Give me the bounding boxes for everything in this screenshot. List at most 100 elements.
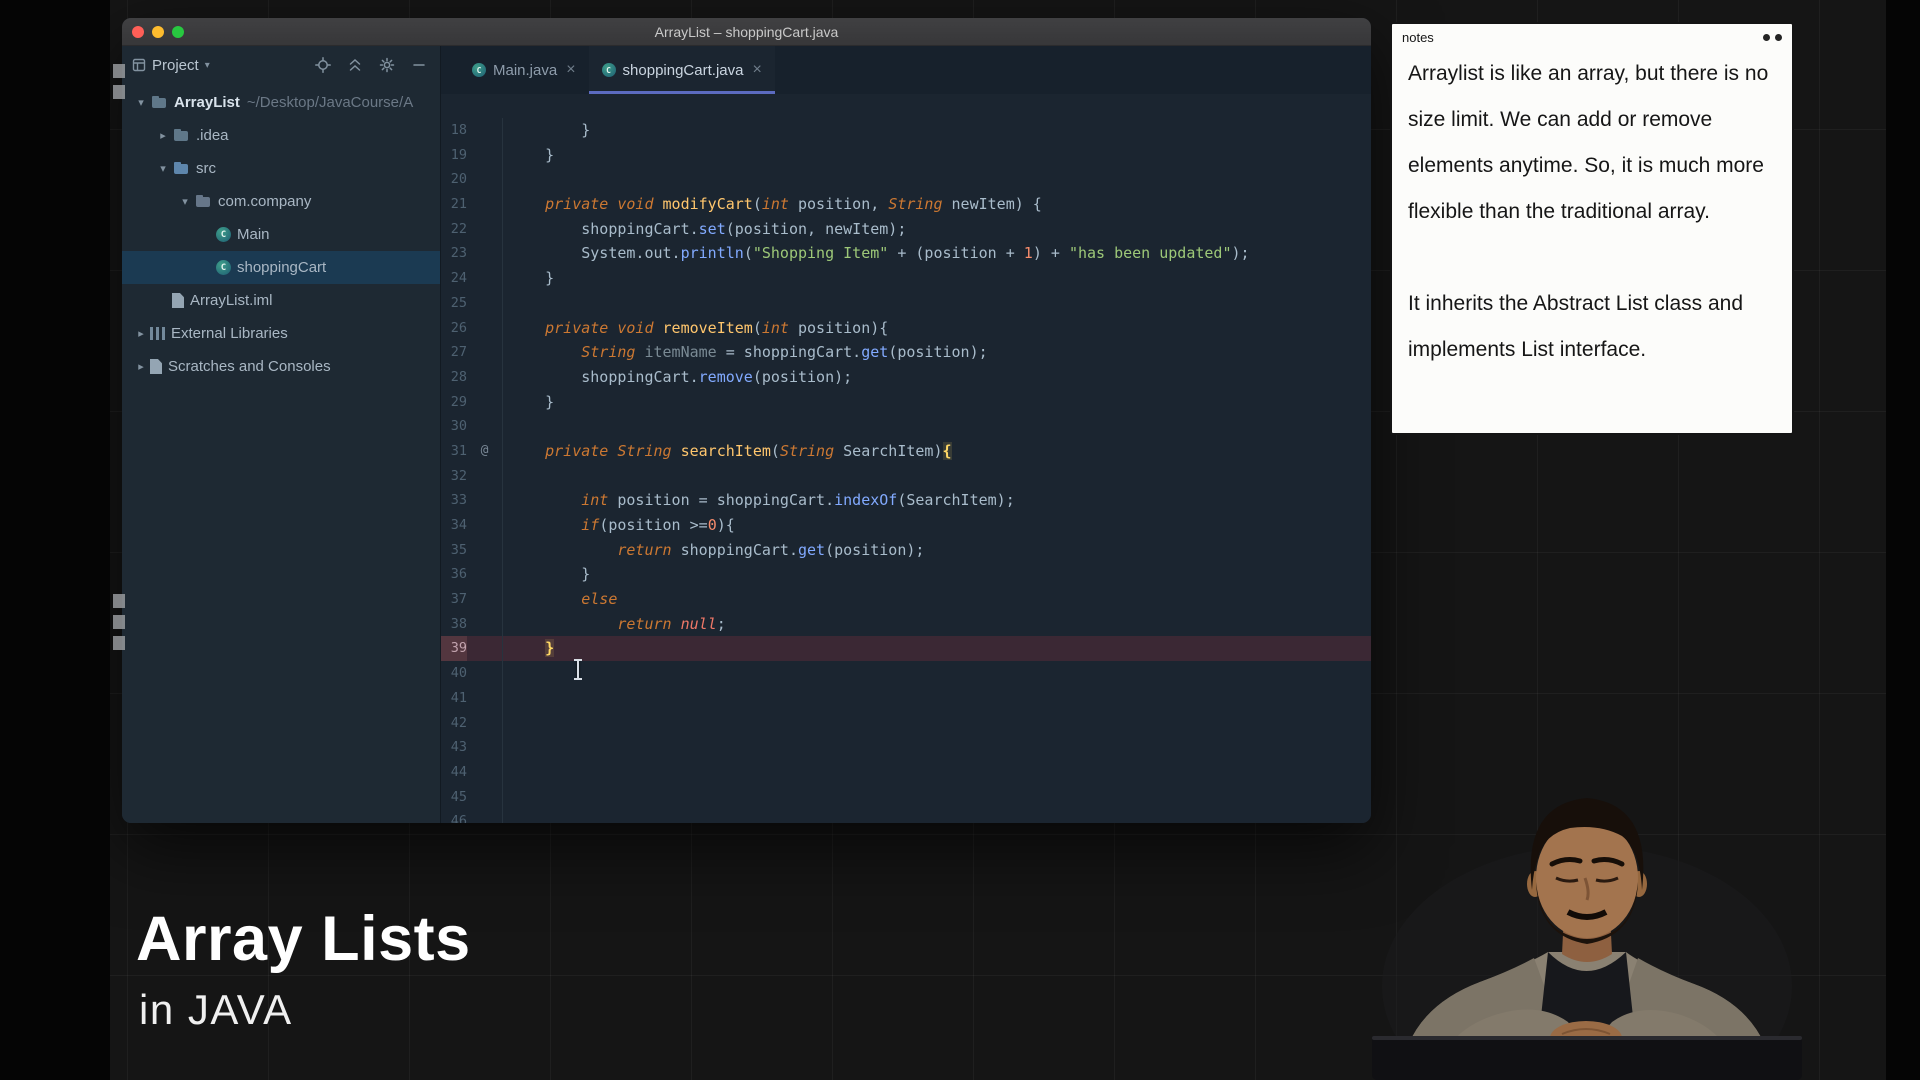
close-window-button[interactable]	[132, 26, 144, 38]
close-tab-icon[interactable]: ×	[566, 62, 575, 78]
code-line-45[interactable]: 45	[441, 785, 1371, 810]
code-text: }	[502, 390, 1371, 415]
chevron-down-icon[interactable]: ▾	[176, 195, 194, 208]
code-text: return null;	[502, 612, 1371, 637]
tree-item-arraylist[interactable]: ▾ArrayList~/Desktop/JavaCourse/A	[122, 86, 440, 119]
code-line-43[interactable]: 43	[441, 735, 1371, 760]
gutter	[467, 711, 502, 736]
notes-paragraph: Arraylist is like an array, but there is…	[1408, 51, 1776, 235]
code-line-37[interactable]: 37 else	[441, 587, 1371, 612]
code-line-46[interactable]: 46	[441, 809, 1371, 823]
edge-artifact	[113, 85, 125, 99]
code-lines: 18 }19 }2021 private void modifyCart(int…	[441, 94, 1371, 823]
tree-item-shoppingcart[interactable]: CshoppingCart	[122, 251, 440, 284]
code-line-32[interactable]: 32	[441, 464, 1371, 489]
code-line-20[interactable]: 20	[441, 167, 1371, 192]
code-line-19[interactable]: 19 }	[441, 143, 1371, 168]
code-line-21[interactable]: 21 private void modifyCart(int position,…	[441, 192, 1371, 217]
window-titlebar: ArrayList – shoppingCart.java	[122, 18, 1371, 46]
code-line-38[interactable]: 38 return null;	[441, 612, 1371, 637]
code-line-35[interactable]: 35 return shoppingCart.get(position);	[441, 538, 1371, 563]
code-line-34[interactable]: 34 if(position >=0){	[441, 513, 1371, 538]
project-label: Project	[152, 57, 199, 74]
code-line-42[interactable]: 42	[441, 711, 1371, 736]
code-line-27[interactable]: 27 String itemName = shoppingCart.get(po…	[441, 340, 1371, 365]
code-line-41[interactable]: 41	[441, 686, 1371, 711]
video-subtitle: in JAVA	[139, 986, 293, 1034]
tree-item-label: src	[196, 160, 216, 177]
tree-item-main[interactable]: CMain	[122, 218, 440, 251]
editor-tab-shoppingcart-java[interactable]: CshoppingCart.java×	[589, 46, 775, 94]
video-title: Array Lists	[136, 903, 471, 975]
code-line-29[interactable]: 29 }	[441, 390, 1371, 415]
code-line-28[interactable]: 28 shoppingCart.remove(position);	[441, 365, 1371, 390]
line-number: 35	[441, 538, 467, 563]
editor-tab-main-java[interactable]: C Main.java ×	[459, 46, 589, 94]
editor-area: CMain.java×CshoppingCart.java× 18 }19 }2…	[441, 46, 1371, 823]
code-text: }	[502, 266, 1371, 291]
minimize-window-button[interactable]	[152, 26, 164, 38]
code-line-44[interactable]: 44	[441, 760, 1371, 785]
tree-item-com-company[interactable]: ▾com.company	[122, 185, 440, 218]
line-number: 18	[441, 118, 467, 143]
project-view-icon	[132, 58, 146, 72]
tree-item-arraylist-iml[interactable]: ArrayList.iml	[122, 284, 440, 317]
gutter	[467, 414, 502, 439]
code-text: }	[502, 118, 1371, 143]
letterbox-right	[1886, 0, 1920, 1080]
code-line-33[interactable]: 33 int position = shoppingCart.indexOf(S…	[441, 488, 1371, 513]
notes-dot-button[interactable]	[1775, 34, 1782, 41]
code-line-40[interactable]: 40	[441, 661, 1371, 686]
code-line-36[interactable]: 36 }	[441, 562, 1371, 587]
edge-artifact	[113, 615, 125, 629]
code-line-26[interactable]: 26 private void removeItem(int position)…	[441, 316, 1371, 341]
code-line-25[interactable]: 25	[441, 291, 1371, 316]
gutter	[467, 809, 502, 823]
tab-label: Main.java	[493, 62, 557, 79]
gutter	[467, 266, 502, 291]
code-line-31[interactable]: 31@ private String searchItem(String Sea…	[441, 439, 1371, 464]
line-number: 20	[441, 167, 467, 192]
settings-button[interactable]	[376, 54, 398, 76]
code-line-23[interactable]: 23 System.out.println("Shopping Item" + …	[441, 241, 1371, 266]
gutter	[467, 686, 502, 711]
collapse-all-button[interactable]	[344, 54, 366, 76]
project-selector[interactable]: Project ▾	[132, 57, 210, 74]
gear-icon	[379, 57, 395, 73]
tree-item-src[interactable]: ▾ src	[122, 152, 440, 185]
locate-icon	[315, 57, 331, 73]
code-line-24[interactable]: 24 }	[441, 266, 1371, 291]
chevron-down-icon[interactable]: ▾	[132, 96, 150, 109]
class-icon: C	[216, 227, 231, 242]
chevron-right-icon[interactable]: ▸	[154, 129, 172, 142]
class-icon: C	[472, 63, 486, 77]
code-text	[502, 291, 1371, 316]
zoom-window-button[interactable]	[172, 26, 184, 38]
tree-item-external-libraries[interactable]: ▸External Libraries	[122, 317, 440, 350]
code-text	[502, 661, 1371, 686]
project-toolbar-icons	[312, 54, 430, 76]
line-number: 41	[441, 686, 467, 711]
window-content: Project ▾	[122, 46, 1371, 823]
project-tree: ▾ArrayList~/Desktop/JavaCourse/A▸.idea ▾ s…	[122, 84, 440, 823]
code-line-39[interactable]: 39 }	[441, 636, 1371, 661]
line-number: 36	[441, 562, 467, 587]
tree-item-scratches-and-consoles[interactable]: ▸Scratches and Consoles	[122, 350, 440, 383]
package-icon	[194, 194, 212, 210]
hide-panel-button[interactable]	[408, 54, 430, 76]
ide-window: ArrayList – shoppingCart.java Project ▾	[122, 18, 1371, 823]
code-line-30[interactable]: 30	[441, 414, 1371, 439]
locate-file-button[interactable]	[312, 54, 334, 76]
tree-item-idea[interactable]: ▸.idea	[122, 119, 440, 152]
file-icon	[172, 293, 184, 308]
line-number: 42	[441, 711, 467, 736]
code-line-22[interactable]: 22 shoppingCart.set(position, newItem);	[441, 217, 1371, 242]
close-tab-icon[interactable]: ×	[752, 62, 761, 78]
chevron-right-icon[interactable]: ▸	[132, 360, 150, 373]
code-line-18[interactable]: 18 }	[441, 118, 1371, 143]
gutter	[467, 735, 502, 760]
notes-dot-button[interactable]	[1763, 34, 1770, 41]
code-text	[502, 809, 1371, 823]
chevron-right-icon[interactable]: ▸	[132, 327, 150, 340]
chevron-down-icon[interactable]: ▾	[154, 162, 172, 175]
